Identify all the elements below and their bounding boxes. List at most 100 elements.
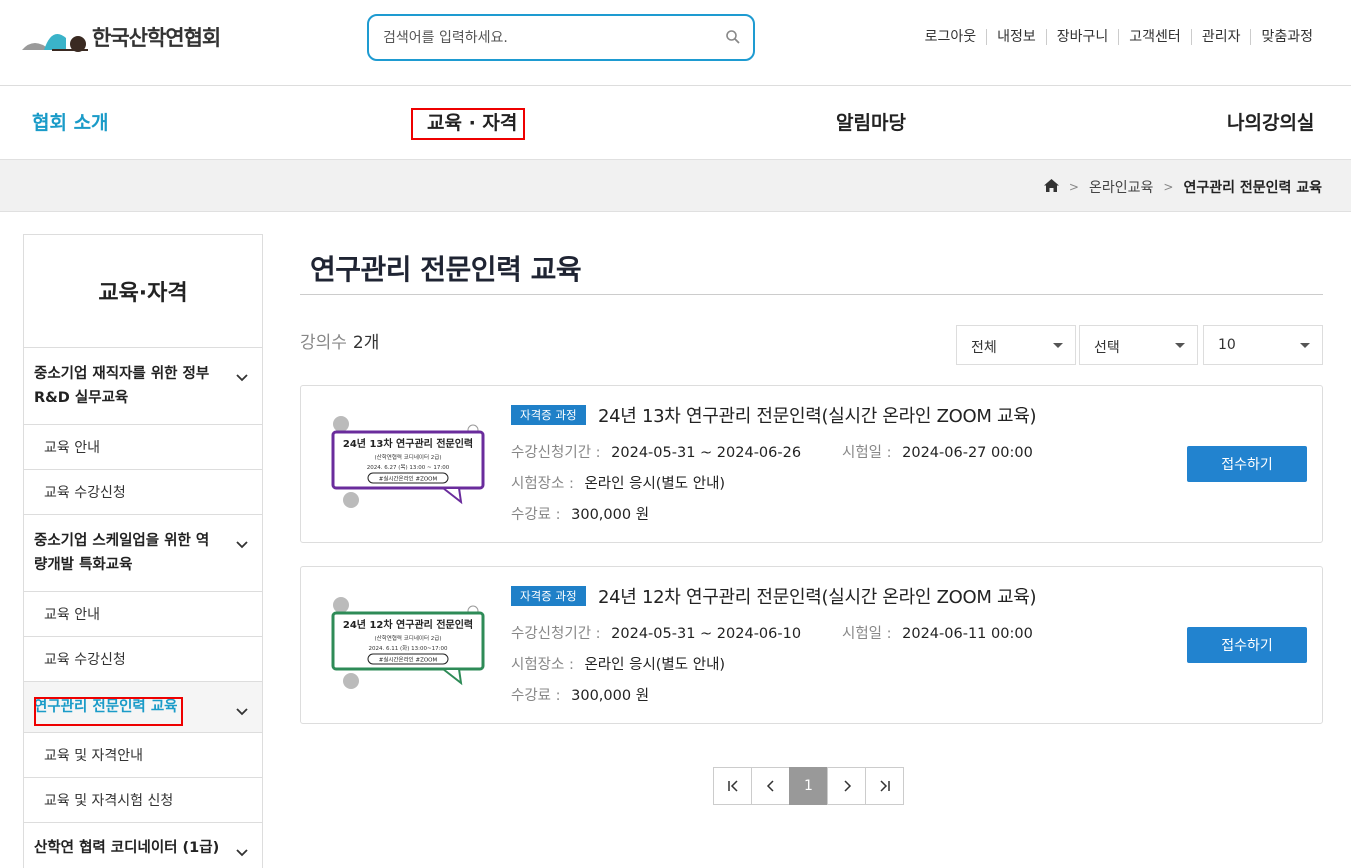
page-size-select[interactable]: 10 (1203, 325, 1323, 365)
chevron-right-icon: > (1068, 180, 1079, 194)
admin-link[interactable]: 관리자 (1190, 29, 1251, 45)
chevron-left-icon (766, 780, 774, 792)
first-page-button[interactable] (713, 767, 752, 805)
fee-value: 300,000 원 (571, 507, 650, 523)
search-input[interactable] (383, 26, 703, 50)
nav-about[interactable]: 협회 소개 (32, 108, 109, 135)
next-page-button[interactable] (827, 767, 866, 805)
sidebar-title: 교육·자격 (24, 235, 262, 348)
page-size-select-value: 10 (1218, 337, 1236, 353)
course-badge: 자격증 과정 (511, 405, 586, 425)
breadcrumb-current: 연구관리 전문인력 교육 (1183, 180, 1322, 196)
main-navigation: 협회 소개 교육 · 자격 알림마당 나의강의실 (0, 86, 1351, 159)
sidebar-item-apply[interactable]: 교육 수강신청 (24, 470, 262, 515)
breadcrumb-bar: > 온라인교육 > 연구관리 전문인력 교육 (0, 159, 1351, 212)
course-exam-row: 시험일 : 2024-06-11 00:00 (842, 622, 1033, 643)
sidebar-item-cert-guide[interactable]: 교육 및 자격안내 (24, 733, 262, 778)
sidebar-item-guide[interactable]: 교육 안내 (24, 592, 262, 637)
course-card[interactable]: 24년 12차 연구관리 전문인력 (산학연협력 코디네이터 2급) 2024.… (300, 566, 1323, 724)
sidebar-group-label: 중소기업 스케일업을 위한 역량개발 특화교육 (34, 533, 210, 573)
sidebar: 교육·자격 중소기업 재직자를 위한 정부 R&D 실무교육 교육 안내 교육 … (23, 234, 263, 868)
course-count-value: 2개 (352, 333, 380, 353)
fee-label: 수강료 : (511, 688, 561, 704)
cart-link[interactable]: 장바구니 (1045, 29, 1119, 45)
sidebar-item-apply[interactable]: 교육 수강신청 (24, 637, 262, 682)
thumb-date: 2024. 6.27 (목) 13:00 ~ 17:00 (367, 464, 450, 471)
chevron-down-icon[interactable] (236, 366, 248, 390)
home-icon[interactable] (1043, 178, 1059, 196)
logo-mark-icon (22, 34, 88, 52)
sidebar-group-label: 산학연 협력 코디네이터 (1급) (34, 840, 220, 856)
course-count: 강의수 2개 (300, 328, 379, 353)
breadcrumb: > 온라인교육 > 연구관리 전문인력 교육 (1043, 177, 1322, 197)
page-title: 연구관리 전문인력 교육 (310, 253, 582, 286)
apply-button[interactable]: 접수하기 (1187, 446, 1307, 482)
search-box[interactable] (367, 14, 755, 61)
exam-value: 2024-06-27 00:00 (902, 445, 1033, 461)
chevron-right-icon (843, 780, 851, 792)
option-select[interactable]: 선택 (1079, 325, 1198, 365)
caret-down-icon (1300, 343, 1310, 348)
nav-my-classroom[interactable]: 나의강의실 (1227, 108, 1314, 135)
chevron-down-icon[interactable] (236, 700, 248, 724)
exam-label: 시험일 : (842, 445, 892, 461)
thumb-date: 2024. 6.11 (화) 13:00~17:00 (369, 645, 448, 652)
period-value: 2024-05-31 ~ 2024-06-26 (611, 445, 802, 461)
period-label: 수강신청기간 : (511, 445, 601, 461)
apply-button[interactable]: 접수하기 (1187, 627, 1307, 663)
category-select-value: 전체 (971, 340, 997, 356)
course-card[interactable]: 24년 13차 연구관리 전문인력 (산학연협력 코디네이터 2급) 2024.… (300, 385, 1323, 543)
sidebar-item-guide[interactable]: 교육 안내 (24, 425, 262, 470)
logo-text: 한국산학연협회 (92, 26, 221, 50)
course-thumbnail[interactable]: 24년 12차 연구관리 전문인력 (산학연협력 코디네이터 2급) 2024.… (323, 595, 497, 695)
exam-value: 2024-06-11 00:00 (902, 626, 1033, 642)
my-info-link[interactable]: 내정보 (986, 29, 1046, 45)
thumb-title: 24년 13차 연구관리 전문인력 (343, 437, 473, 450)
search-icon[interactable] (725, 29, 741, 49)
thumb-sub: (산학연협력 코디네이터 2급) (375, 453, 442, 461)
sidebar-group-label: 중소기업 재직자를 위한 정부 R&D 실무교육 (34, 366, 210, 406)
nav-notice[interactable]: 알림마당 (836, 108, 906, 135)
page-number-button[interactable]: 1 (789, 767, 828, 805)
course-title[interactable]: 24년 12차 연구관리 전문인력(실시간 온라인 ZOOM 교육) (598, 583, 1037, 609)
sidebar-group-rnd[interactable]: 중소기업 재직자를 위한 정부 R&D 실무교육 (24, 348, 262, 425)
custom-course-link[interactable]: 맞춤과정 (1250, 29, 1313, 45)
place-value: 온라인 응시(별도 안내) (584, 657, 726, 673)
course-fee-row: 수강료 : 300,000 원 (511, 503, 649, 524)
course-place-row: 시험장소 : 온라인 응시(별도 안내) (511, 653, 725, 674)
course-fee-row: 수강료 : 300,000 원 (511, 684, 649, 705)
sidebar-group-scaleup[interactable]: 중소기업 스케일업을 위한 역량개발 특화교육 (24, 515, 262, 592)
sidebar-group-coordinator[interactable]: 산학연 협력 코디네이터 (1급) (24, 823, 262, 868)
chevron-down-icon[interactable] (236, 841, 248, 865)
option-select-value: 선택 (1094, 340, 1120, 356)
exam-label: 시험일 : (842, 626, 892, 642)
course-thumbnail[interactable]: 24년 13차 연구관리 전문인력 (산학연협력 코디네이터 2급) 2024.… (323, 414, 497, 514)
logout-link[interactable]: 로그아웃 (915, 29, 987, 45)
customer-center-link[interactable]: 고객센터 (1118, 29, 1191, 45)
thumb-title: 24년 12차 연구관리 전문인력 (343, 618, 473, 631)
course-period-row: 수강신청기간 : 2024-05-31 ~ 2024-06-10 (511, 622, 801, 643)
caret-down-icon (1175, 343, 1185, 348)
last-page-button[interactable] (865, 767, 904, 805)
last-page-icon (879, 780, 890, 792)
fee-value: 300,000 원 (571, 688, 650, 704)
course-place-row: 시험장소 : 온라인 응시(별도 안내) (511, 472, 725, 493)
thumb-tag: #실시간온라인 #ZOOM (379, 475, 438, 483)
course-count-label: 강의수 (300, 333, 347, 353)
period-value: 2024-05-31 ~ 2024-06-10 (611, 626, 802, 642)
site-logo[interactable]: 한국산학연협회 (22, 20, 221, 54)
category-select[interactable]: 전체 (956, 325, 1076, 365)
chevron-down-icon[interactable] (236, 533, 248, 557)
prev-page-button[interactable] (751, 767, 790, 805)
course-badge: 자격증 과정 (511, 586, 586, 606)
sidebar-item-cert-apply[interactable]: 교육 및 자격시험 신청 (24, 778, 262, 823)
thumb-tag: #실시간온라인 #ZOOM (379, 656, 438, 664)
first-page-icon (727, 780, 738, 792)
place-label: 시험장소 : (511, 657, 574, 673)
caret-down-icon (1053, 343, 1063, 348)
course-exam-row: 시험일 : 2024-06-27 00:00 (842, 441, 1033, 462)
breadcrumb-online-education[interactable]: 온라인교육 (1089, 177, 1153, 197)
course-title[interactable]: 24년 13차 연구관리 전문인력(실시간 온라인 ZOOM 교육) (598, 402, 1037, 428)
chevron-right-icon: > (1163, 180, 1174, 194)
utility-links: 로그아웃 내정보 장바구니 고객센터 관리자 맞춤과정 (915, 29, 1313, 45)
